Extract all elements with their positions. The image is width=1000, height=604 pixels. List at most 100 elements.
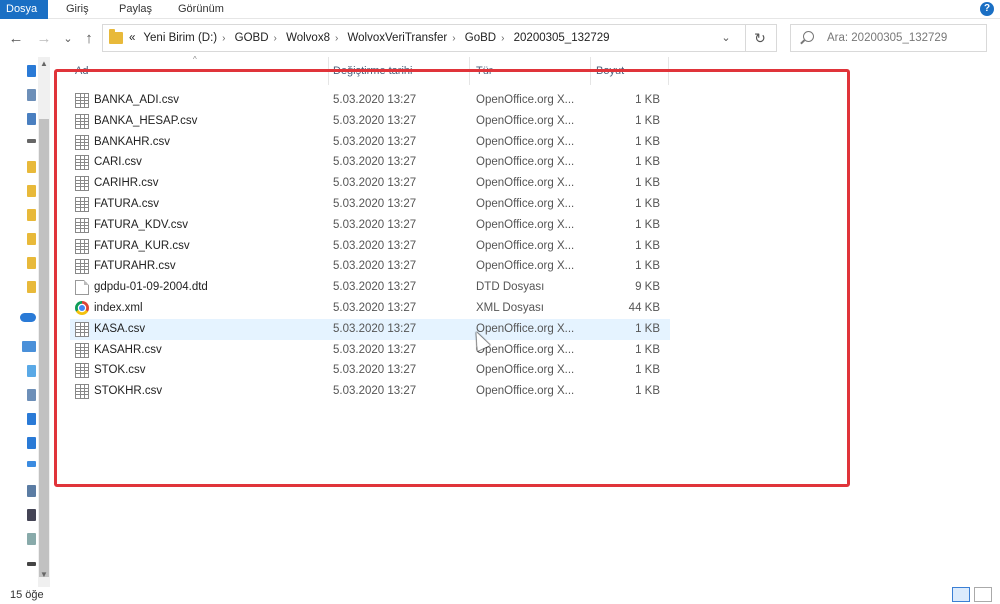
csv-icon xyxy=(75,342,89,358)
scrollbar-thumb[interactable] xyxy=(39,119,49,577)
pictures-icon[interactable] xyxy=(27,485,36,497)
file-size: 1 KB xyxy=(635,94,660,106)
file-row[interactable]: FATURA_KUR.csv 5.03.2020 13:27 OpenOffice.… xyxy=(70,236,670,257)
column-name[interactable]: Ad xyxy=(75,65,88,77)
file-row[interactable]: FATURAHR.csv 5.03.2020 13:27 OpenOffice.or… xyxy=(70,256,670,277)
breadcrumb-gobd-sub[interactable]: GoBD xyxy=(465,32,496,44)
file-row[interactable]: CARIHR.csv 5.03.2020 13:27 OpenOffice.org … xyxy=(70,173,670,194)
details-view-icon[interactable] xyxy=(952,587,970,602)
file-type: OpenOffice.org X... xyxy=(476,114,575,127)
file-type: OpenOffice.org X... xyxy=(476,364,575,377)
column-divider[interactable] xyxy=(328,57,329,85)
search-icon xyxy=(803,31,814,42)
up-arrow-icon[interactable]: ↑ xyxy=(79,28,99,48)
address-history-chevron-icon[interactable]: ⌄ xyxy=(716,25,736,51)
help-icon[interactable]: ? xyxy=(980,2,994,16)
file-date-modified: 5.03.2020 13:27 xyxy=(333,301,417,314)
breadcrumb-gobd[interactable]: GOBD xyxy=(235,32,269,44)
csv-icon xyxy=(75,384,89,400)
file-row[interactable]: KASAHR.csv 5.03.2020 13:27 OpenOffice.org … xyxy=(70,340,670,361)
documents-icon[interactable] xyxy=(27,113,36,125)
drive-icon[interactable] xyxy=(27,139,36,143)
column-divider[interactable] xyxy=(469,57,470,85)
csv-icon xyxy=(75,93,89,108)
scroll-up-icon[interactable]: ▲ xyxy=(38,59,50,68)
desktop-icon[interactable] xyxy=(27,389,36,401)
column-date-modified[interactable]: Değiştirme tarihi xyxy=(333,65,412,77)
breadcrumb-drive[interactable]: Yeni Birim (D:) xyxy=(143,32,217,44)
file-row[interactable]: index.xml 5.03.2020 13:27 XML Dosyası 44 KB xyxy=(70,298,670,319)
tab-home[interactable]: Giriş xyxy=(66,0,89,19)
navigation-pane-scrollbar[interactable]: ▲ ▼ xyxy=(38,57,50,587)
file-row[interactable]: BANKAHR.csv 5.03.2020 13:27 OpenOffice.org… xyxy=(70,132,670,153)
breadcrumb-current-folder[interactable]: 20200305_132729 xyxy=(514,32,610,44)
address-bar[interactable]: « Yeni Birim (D:) › GOBD › Wolvox8 › Wolvox… xyxy=(102,24,777,52)
back-arrow-icon[interactable]: ← xyxy=(6,28,26,48)
breadcrumb-overflow[interactable]: « xyxy=(129,32,135,44)
scroll-down-icon[interactable]: ▼ xyxy=(38,570,50,579)
column-divider[interactable] xyxy=(668,57,669,85)
folder-icon[interactable] xyxy=(27,233,36,245)
file-row[interactable]: BANKA_HESAP.csv 5.03.2020 13:27 OpenOffice… xyxy=(70,111,670,132)
file-list[interactable]: BANKA_ADI.csv 5.03.2020 13:27 OpenOffice.o… xyxy=(70,90,670,402)
column-type[interactable]: Tür xyxy=(476,65,493,77)
music-icon[interactable] xyxy=(27,461,36,467)
navigation-pane[interactable] xyxy=(0,57,38,587)
search-placeholder: Ara: 20200305_132729 xyxy=(827,32,948,44)
folder-icon[interactable] xyxy=(27,161,36,173)
file-date-modified: 5.03.2020 13:27 xyxy=(333,260,417,273)
file-row[interactable]: gdpdu-01-09-2004.dtd 5.03.2020 13:27 DTD D… xyxy=(70,277,670,298)
file-size: 1 KB xyxy=(635,197,660,210)
documents-icon[interactable] xyxy=(27,437,36,449)
tab-file[interactable]: Dosya xyxy=(0,0,48,19)
videos-icon[interactable] xyxy=(27,509,36,521)
drive-icon[interactable] xyxy=(27,533,36,545)
chevron-right-icon[interactable]: › xyxy=(222,33,225,44)
file-date-modified: 5.03.2020 13:27 xyxy=(333,281,417,294)
chevron-right-icon[interactable]: › xyxy=(274,33,277,44)
file-row[interactable]: CARI.csv 5.03.2020 13:27 OpenOffice.org X.… xyxy=(70,152,670,173)
file-name: BANKAHR.csv xyxy=(94,135,171,148)
this-pc-icon[interactable] xyxy=(22,341,36,352)
address-divider xyxy=(745,25,746,51)
large-icons-view-icon[interactable] xyxy=(974,587,992,602)
file-name: FATURA_KDV.csv xyxy=(94,218,188,231)
file-row[interactable]: KASA.csv 5.03.2020 13:27 OpenOffice.org X.… xyxy=(70,318,670,340)
folder-icon[interactable] xyxy=(27,209,36,221)
chevron-right-icon[interactable]: › xyxy=(335,33,338,44)
file-name: CARIHR.csv xyxy=(94,177,159,190)
refresh-icon[interactable]: ↻ xyxy=(750,25,770,51)
forward-arrow-icon[interactable]: → xyxy=(34,28,54,48)
folder-icon[interactable] xyxy=(27,281,36,293)
file-type: OpenOffice.org X... xyxy=(476,218,575,231)
folder-icon[interactable] xyxy=(27,257,36,269)
folder-icon xyxy=(109,29,123,44)
file-type: OpenOffice.org X... xyxy=(476,156,575,169)
recent-locations-chevron-icon[interactable]: ⌄ xyxy=(58,28,78,48)
chevron-right-icon[interactable]: › xyxy=(452,33,455,44)
quick-access-icon[interactable] xyxy=(27,65,36,77)
file-row[interactable]: FATURA.csv 5.03.2020 13:27 OpenOffice.org … xyxy=(70,194,670,215)
desktop-icon[interactable] xyxy=(27,89,36,101)
drive-icon[interactable] xyxy=(27,562,36,566)
tab-share[interactable]: Paylaş xyxy=(119,0,152,19)
file-row[interactable]: FATURA_KDV.csv 5.03.2020 13:27 OpenOffice.… xyxy=(70,215,670,236)
file-row[interactable]: STOK.csv 5.03.2020 13:27 OpenOffice.org X.… xyxy=(70,360,670,381)
onedrive-icon[interactable] xyxy=(20,313,36,322)
csv-icon xyxy=(75,321,89,337)
tab-view[interactable]: Görünüm xyxy=(178,0,224,19)
folder-icon[interactable] xyxy=(27,185,36,197)
file-row[interactable]: BANKA_ADI.csv 5.03.2020 13:27 OpenOffice.o… xyxy=(70,90,670,111)
file-type: OpenOffice.org X... xyxy=(476,94,575,106)
breadcrumb-veritransfer[interactable]: WolvoxVeriTransfer xyxy=(348,32,448,44)
file-type: XML Dosyası xyxy=(476,301,544,314)
search-input[interactable]: Ara: 20200305_132729 xyxy=(790,24,987,52)
chevron-right-icon[interactable]: › xyxy=(501,33,504,44)
breadcrumb-wolvox8[interactable]: Wolvox8 xyxy=(286,32,330,44)
downloads-icon[interactable] xyxy=(27,413,36,425)
file-row[interactable]: STOKHR.csv 5.03.2020 13:27 OpenOffice.org … xyxy=(70,381,670,402)
column-size[interactable]: Boyut xyxy=(596,65,624,77)
objects-3d-icon[interactable] xyxy=(27,365,36,377)
column-header: ^ Ad Değiştirme tarihi Tür Boyut xyxy=(50,55,1000,87)
column-divider[interactable] xyxy=(590,57,591,85)
